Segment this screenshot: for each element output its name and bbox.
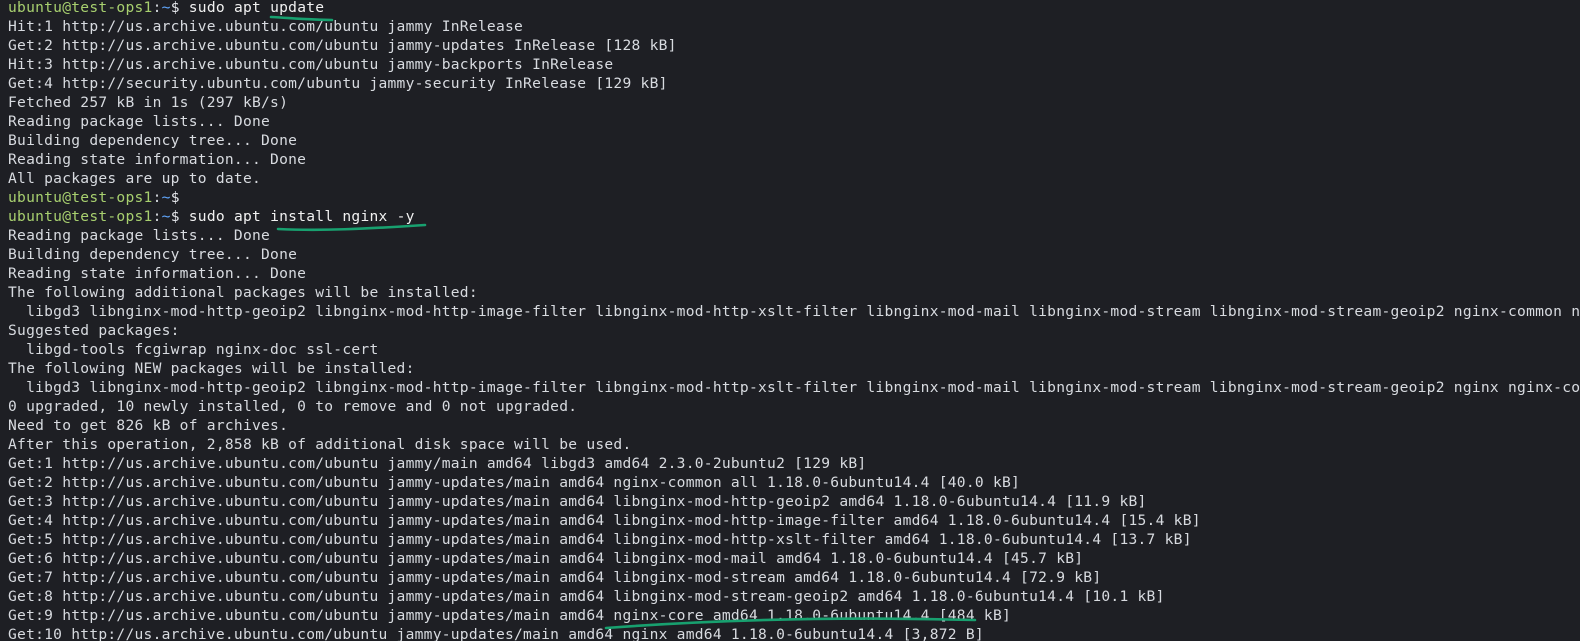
- output-line: The following additional packages will b…: [8, 284, 478, 301]
- output-line: All packages are up to date.: [8, 170, 262, 187]
- output-line: Get:2 http://us.archive.ubuntu.com/ubunt…: [8, 474, 1021, 491]
- command-text: sudo apt update: [179, 0, 325, 16]
- prompt-separator: :: [152, 208, 162, 225]
- output-line: The following NEW packages will be insta…: [8, 360, 415, 377]
- output-line: libgd3 libnginx-mod-http-geoip2 libnginx…: [8, 379, 1580, 396]
- output-line: Get:9 http://us.archive.ubuntu.com/ubunt…: [8, 607, 1012, 624]
- output-line: Building dependency tree... Done: [8, 246, 298, 263]
- output-line: Suggested packages:: [8, 322, 180, 339]
- prompt-dollar: $: [170, 189, 180, 206]
- prompt-dollar: $: [170, 0, 180, 16]
- command-text: sudo apt install nginx -y: [179, 208, 415, 225]
- output-line: Get:7 http://us.archive.ubuntu.com/ubunt…: [8, 569, 1102, 586]
- output-line: Get:1 http://us.archive.ubuntu.com/ubunt…: [8, 455, 867, 472]
- output-line: Get:3 http://us.archive.ubuntu.com/ubunt…: [8, 493, 1147, 510]
- prompt-dollar: $: [170, 208, 180, 225]
- output-line: Get:5 http://us.archive.ubuntu.com/ubunt…: [8, 531, 1192, 548]
- prompt-user: ubuntu@test-ops1: [8, 189, 153, 206]
- output-line: Reading package lists... Done: [8, 113, 271, 130]
- prompt-line: ubuntu@test-ops1:~$: [8, 188, 1580, 207]
- output-line: Get:2 http://us.archive.ubuntu.com/ubunt…: [8, 37, 677, 54]
- output-line: Building dependency tree... Done: [8, 132, 298, 149]
- prompt-user: ubuntu@test-ops1: [8, 208, 153, 225]
- output-line: 0 upgraded, 10 newly installed, 0 to rem…: [8, 398, 578, 415]
- prompt-line: ubuntu@test-ops1:~$ sudo apt update: [8, 0, 1580, 17]
- output-line: libgd-tools fcgiwrap nginx-doc ssl-cert: [8, 341, 379, 358]
- output-line: Reading package lists... Done: [8, 227, 271, 244]
- output-line: Fetched 257 kB in 1s (297 kB/s): [8, 94, 289, 111]
- prompt-separator: :: [152, 189, 162, 206]
- output-line: After this operation, 2,858 kB of additi…: [8, 436, 632, 453]
- output-line: Get:4 http://security.ubuntu.com/ubuntu …: [8, 75, 668, 92]
- output-line: Hit:3 http://us.archive.ubuntu.com/ubunt…: [8, 56, 614, 73]
- prompt-separator: :: [152, 0, 162, 16]
- output-line: Hit:1 http://us.archive.ubuntu.com/ubunt…: [8, 18, 524, 35]
- prompt-user: ubuntu@test-ops1: [8, 0, 153, 16]
- prompt-path: ~: [161, 0, 171, 16]
- output-line: Get:8 http://us.archive.ubuntu.com/ubunt…: [8, 588, 1165, 605]
- terminal-window[interactable]: ubuntu@test-ops1:~$ sudo apt update Hit:…: [0, 0, 1580, 641]
- prompt-path: ~: [161, 189, 171, 206]
- output-line: Reading state information... Done: [8, 265, 307, 282]
- output-line: Get:4 http://us.archive.ubuntu.com/ubunt…: [8, 512, 1201, 529]
- output-line: Reading state information... Done: [8, 151, 307, 168]
- output-line: Get:6 http://us.archive.ubuntu.com/ubunt…: [8, 550, 1084, 567]
- output-line: libgd3 libnginx-mod-http-geoip2 libnginx…: [8, 303, 1580, 320]
- terminal-output: ubuntu@test-ops1:~$ sudo apt update Hit:…: [8, 0, 1580, 641]
- output-line: Get:10 http://us.archive.ubuntu.com/ubun…: [8, 626, 984, 641]
- output-line: Need to get 826 kB of archives.: [8, 417, 289, 434]
- prompt-path: ~: [161, 208, 171, 225]
- prompt-line: ubuntu@test-ops1:~$ sudo apt install ngi…: [8, 207, 1580, 226]
